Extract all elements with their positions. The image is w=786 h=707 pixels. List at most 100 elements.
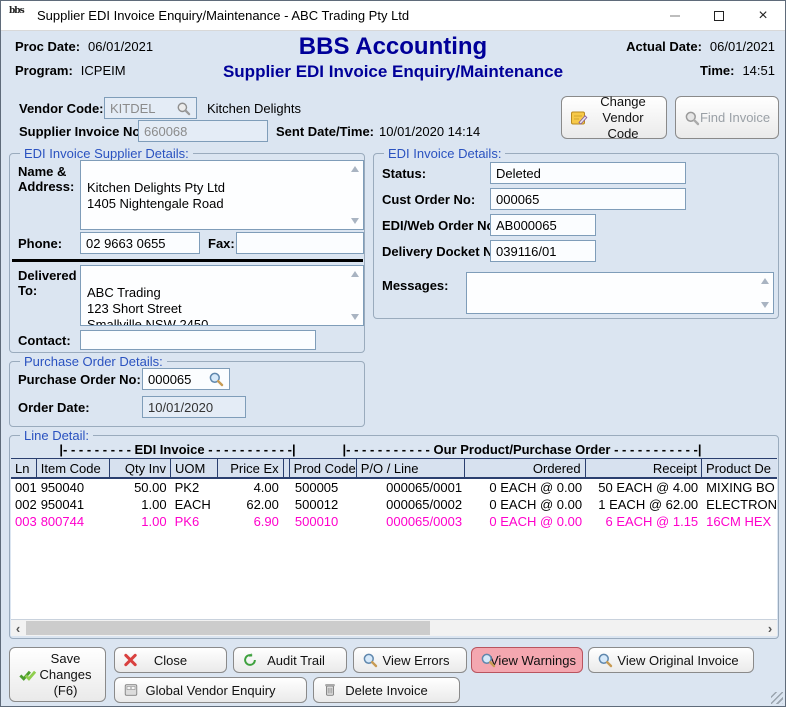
column-header[interactable]: Qty Inv: [110, 459, 171, 477]
cust-order-field[interactable]: 000065: [490, 188, 686, 210]
table-row[interactable]: 0038007441.00PK66.90 500010000065/00030 E…: [11, 513, 777, 530]
view-original-invoice-button[interactable]: View Original Invoice: [588, 647, 754, 673]
resize-grip[interactable]: [771, 692, 783, 704]
grid-cell[interactable]: 6 EACH @ 1.15: [586, 513, 702, 530]
grid-cell[interactable]: 001: [11, 479, 37, 496]
minimize-button[interactable]: [653, 1, 697, 31]
grid-cell[interactable]: EACH: [171, 496, 218, 513]
vendor-search-icon[interactable]: [176, 101, 191, 116]
view-original-invoice-label: View Original Invoice: [617, 653, 738, 668]
grid-cell[interactable]: 62.00: [218, 496, 283, 513]
grid-cell[interactable]: 950040: [37, 479, 110, 496]
scroll-left-icon[interactable]: ‹: [11, 620, 25, 636]
close-label: Close: [154, 653, 187, 668]
table-row[interactable]: 00195004050.00PK24.00 500005000065/00010 …: [11, 479, 777, 496]
grid-cell[interactable]: 6.90: [218, 513, 283, 530]
grid-cell[interactable]: [283, 479, 291, 496]
grid-cell[interactable]: PK6: [171, 513, 218, 530]
grid-cell[interactable]: 0 EACH @ 0.00: [466, 479, 586, 496]
scroll-down-icon[interactable]: [351, 314, 359, 320]
supplier-invoice-input[interactable]: 660068: [138, 120, 268, 142]
scroll-up-icon[interactable]: [761, 278, 769, 284]
audit-trail-button[interactable]: Audit Trail: [233, 647, 347, 673]
close-window-button[interactable]: ×: [741, 1, 785, 31]
delivery-docket-field[interactable]: 039116/01: [490, 240, 596, 262]
grid-cell[interactable]: 950041: [37, 496, 110, 513]
delivered-to-textarea[interactable]: ABC Trading 123 Short Street Smallville …: [80, 265, 364, 326]
table-row[interactable]: 0029500411.00EACH62.00 500012000065/00020…: [11, 496, 777, 513]
scroll-up-icon[interactable]: [351, 166, 359, 172]
contact-input[interactable]: [80, 330, 316, 350]
purchase-order-group: Purchase Order Details: Purchase Order N…: [9, 361, 365, 427]
edi-web-order-label: EDI/Web Order No:: [382, 218, 499, 233]
view-errors-button[interactable]: View Errors: [353, 647, 467, 673]
supplier-details-title: EDI Invoice Supplier Details:: [20, 146, 193, 161]
grid-cell[interactable]: 000065/0002: [358, 496, 466, 513]
grid-cell[interactable]: 0 EACH @ 0.00: [466, 496, 586, 513]
grid-cell[interactable]: 800744: [37, 513, 110, 530]
name-address-textarea[interactable]: Kitchen Delights Pty Ltd 1405 Nightengal…: [80, 160, 364, 230]
grid-cell[interactable]: 0 EACH @ 0.00: [466, 513, 586, 530]
status-value: Deleted: [496, 166, 541, 181]
app-icon: bbs: [9, 7, 29, 25]
edi-web-order-field[interactable]: AB000065: [490, 214, 596, 236]
purchase-order-search-icon[interactable]: [208, 371, 224, 387]
messages-textarea[interactable]: [466, 272, 774, 314]
grid-cell[interactable]: 003: [11, 513, 37, 530]
order-date-field[interactable]: 10/01/2020: [142, 396, 246, 418]
grid-cell[interactable]: 50 EACH @ 4.00: [586, 479, 702, 496]
grid-cell[interactable]: 500012: [291, 496, 358, 513]
view-errors-icon: [362, 652, 378, 668]
grid-cell[interactable]: ELECTRON: [702, 496, 777, 513]
scroll-up-icon[interactable]: [351, 271, 359, 277]
grid-cell[interactable]: 002: [11, 496, 37, 513]
change-vendor-icon: [570, 109, 588, 127]
grid-cell[interactable]: 16CM HEX: [702, 513, 777, 530]
column-header[interactable]: Prod Code: [290, 459, 357, 477]
grid-cell[interactable]: 500010: [291, 513, 358, 530]
scroll-down-icon[interactable]: [351, 218, 359, 224]
delete-invoice-button[interactable]: Delete Invoice: [313, 677, 460, 703]
phone-input[interactable]: 02 9663 0655: [80, 232, 200, 254]
grid-cell[interactable]: 50.00: [110, 479, 171, 496]
vendor-code-input[interactable]: KITDEL: [104, 97, 197, 119]
app-window: bbs Supplier EDI Invoice Enquiry/Mainten…: [0, 0, 786, 707]
grid-cell[interactable]: 1.00: [110, 513, 171, 530]
grid-cell[interactable]: 000065/0003: [358, 513, 466, 530]
scroll-right-icon[interactable]: ›: [763, 620, 777, 636]
grid-cell[interactable]: 4.00: [218, 479, 283, 496]
column-header[interactable]: Receipt: [586, 459, 702, 477]
find-invoice-button[interactable]: Find Invoice: [675, 96, 779, 139]
grid-cell[interactable]: 1.00: [110, 496, 171, 513]
horizontal-scrollbar[interactable]: ‹ ›: [11, 619, 777, 636]
view-warnings-button[interactable]: View Warnings: [471, 647, 583, 673]
column-header[interactable]: UOM: [171, 459, 218, 477]
scrollbar-thumb[interactable]: [26, 621, 430, 635]
purchase-order-no-input[interactable]: 000065: [142, 368, 230, 390]
save-changes-button[interactable]: Save Changes (F6): [9, 647, 106, 702]
grid-cell[interactable]: [283, 513, 291, 530]
close-button[interactable]: Close: [114, 647, 227, 673]
status-label: Status:: [382, 166, 426, 181]
column-header[interactable]: Ordered: [465, 459, 585, 477]
status-field[interactable]: Deleted: [490, 162, 686, 184]
column-header[interactable]: P/O / Line: [357, 459, 466, 477]
maximize-button[interactable]: [697, 1, 741, 31]
sent-datetime-label: Sent Date/Time:: [276, 124, 374, 139]
scroll-down-icon[interactable]: [761, 302, 769, 308]
global-vendor-enquiry-button[interactable]: Global Vendor Enquiry: [114, 677, 307, 703]
column-header[interactable]: Product De: [702, 459, 777, 477]
grid-cell[interactable]: 1 EACH @ 62.00: [586, 496, 702, 513]
fax-input[interactable]: [236, 232, 364, 254]
grid-cell[interactable]: MIXING BO: [702, 479, 777, 496]
invoice-details-title: EDI Invoice Details:: [384, 146, 505, 161]
column-header[interactable]: Price Ex: [218, 459, 283, 477]
column-header[interactable]: Ln: [11, 459, 37, 477]
grid-cell[interactable]: PK2: [171, 479, 218, 496]
change-vendor-code-button[interactable]: Change Vendor Code: [561, 96, 667, 139]
grid-cell[interactable]: 000065/0001: [358, 479, 466, 496]
column-header[interactable]: Item Code: [37, 459, 110, 477]
grid-cell[interactable]: [283, 496, 291, 513]
grid-cell[interactable]: 500005: [291, 479, 358, 496]
actual-date-value: 06/01/2021: [710, 39, 775, 54]
